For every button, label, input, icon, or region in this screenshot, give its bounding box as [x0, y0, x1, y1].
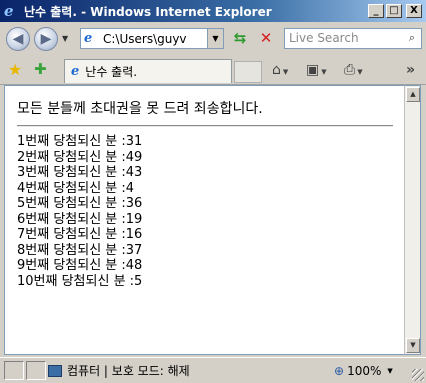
stop-icon[interactable]: ✕	[256, 29, 276, 48]
zoom-dropdown-icon[interactable]: ▼	[387, 367, 392, 375]
address-input[interactable]: C:\Users\guyv	[103, 32, 207, 46]
list-item: 5번째 당첨되신 분 :36	[17, 196, 143, 211]
page-icon: e	[84, 31, 93, 46]
resize-grip-icon[interactable]	[412, 369, 424, 381]
scroll-up-icon[interactable]: ▲	[406, 87, 420, 102]
address-dropdown-icon[interactable]: ▼	[207, 29, 223, 48]
list-item: 2번째 당첨되신 분 :49	[17, 149, 143, 165]
more-commands-icon[interactable]: »	[406, 62, 415, 78]
zoom-level: 100%	[347, 363, 382, 378]
zone-label: 컴퓨터 | 보호 모드: 해제	[67, 364, 190, 378]
list-item: 3번째 당첨되신 분 :43	[17, 165, 143, 180]
status-cell	[4, 361, 24, 380]
winner-list: 1번째 당첨되신 분 :31 2번째 당첨되신 분 :49 3번째 당첨되신 분…	[17, 134, 142, 289]
status-bar: 컴퓨터 | 보호 모드: 해제 ⊕ 100% ▼	[0, 357, 426, 383]
search-input[interactable]: Live Search	[289, 31, 359, 45]
recent-pages-dropdown-icon[interactable]: ▼	[62, 34, 68, 43]
title-bar: e 난수 출력. - Windows Internet Explorer _ □…	[0, 0, 426, 22]
search-box[interactable]: Live Search ⌕	[284, 28, 422, 49]
search-icon[interactable]: ⌕	[405, 31, 419, 45]
forward-button[interactable]: ▶	[34, 27, 58, 51]
feeds-dropdown-icon[interactable]: ▼	[321, 68, 326, 76]
window-title: 난수 출력. - Windows Internet Explorer	[24, 4, 272, 19]
window-controls: _ □ X	[366, 4, 422, 18]
list-item: 1번째 당첨되신 분 :31	[17, 134, 143, 149]
list-item: 7번째 당첨되신 분 :16	[17, 227, 143, 242]
list-item: 8번째 당첨되신 분 :37	[17, 242, 143, 258]
tab-bar: ★ ✚ e 난수 출력. ⌂ ▼ ▣ ▼ ⎙ ▼ »	[0, 55, 426, 85]
zoom-control[interactable]: ⊕ 100% ▼	[334, 361, 393, 380]
print-icon[interactable]: ⎙ ▼	[344, 62, 363, 78]
address-bar[interactable]: e C:\Users\guyv ▼	[80, 28, 224, 49]
back-button[interactable]: ◀	[6, 27, 30, 51]
tab-label: 난수 출력.	[85, 65, 138, 79]
security-zone[interactable]: 컴퓨터 | 보호 모드: 해제	[48, 361, 190, 380]
new-tab-button[interactable]	[234, 61, 262, 83]
scroll-down-icon[interactable]: ▼	[406, 338, 420, 353]
horizontal-rule	[17, 125, 393, 127]
list-item: 4번째 당첨되신 분 :4	[17, 180, 135, 196]
feeds-icon[interactable]: ▣ ▼	[306, 62, 327, 78]
home-icon[interactable]: ⌂ ▼	[272, 62, 288, 78]
tab-active[interactable]: e 난수 출력.	[64, 59, 232, 83]
home-dropdown-icon[interactable]: ▼	[283, 68, 288, 76]
maximize-button[interactable]: □	[386, 4, 402, 18]
computer-icon	[48, 364, 62, 377]
tab-page-icon: e	[71, 64, 80, 79]
page-heading: 모든 분들께 초대권을 못 드려 죄송합니다.	[17, 101, 263, 117]
vertical-scrollbar[interactable]: ▲ ▼	[404, 85, 421, 355]
refresh-icon[interactable]: ⇆	[230, 29, 250, 48]
ie-logo-icon: e	[4, 2, 14, 20]
list-item: 10번째 당첨되신 분 :5	[17, 273, 143, 289]
minimize-button[interactable]: _	[368, 4, 384, 18]
close-button[interactable]: X	[406, 4, 422, 18]
list-item: 6번째 당첨되신 분 :19	[17, 211, 143, 227]
navigation-bar: ◀ ▶ ▼ e C:\Users\guyv ▼ ⇆ ✕ Live Search …	[0, 22, 426, 55]
status-cell	[26, 361, 46, 380]
zoom-icon: ⊕	[334, 363, 345, 378]
page-content: 모든 분들께 초대권을 못 드려 죄송합니다. 1번째 당첨되신 분 :31 2…	[4, 85, 404, 355]
print-dropdown-icon[interactable]: ▼	[357, 68, 362, 76]
add-favorite-icon[interactable]: ✚	[34, 60, 47, 78]
list-item: 9번째 당첨되신 분 :48	[17, 258, 143, 273]
favorites-star-icon[interactable]: ★	[8, 60, 22, 79]
